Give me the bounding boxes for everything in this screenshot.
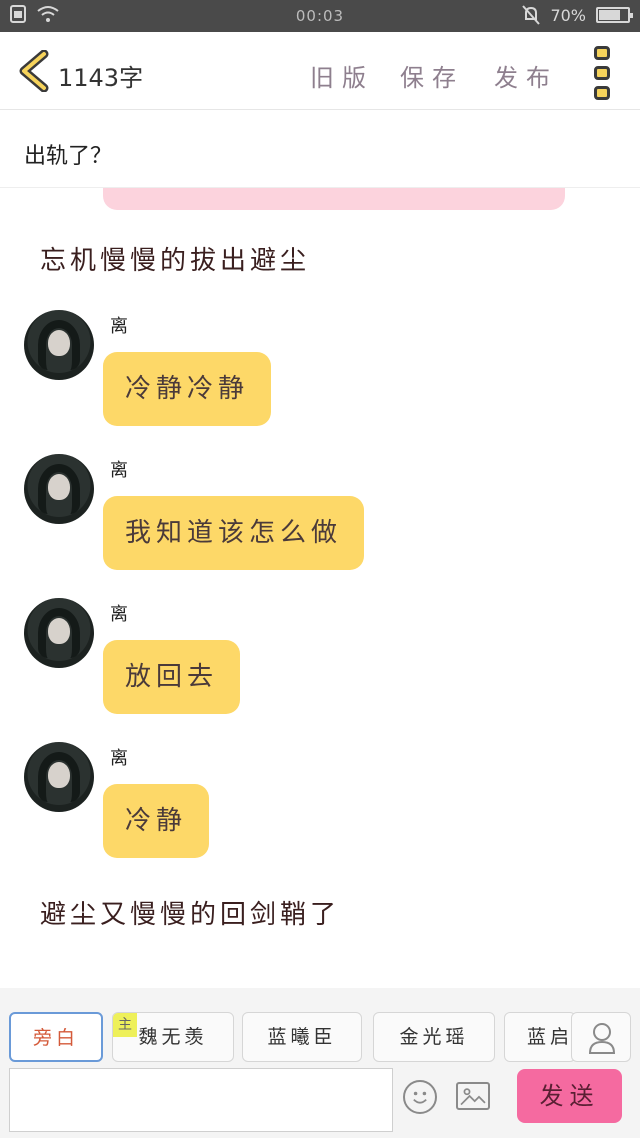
old-version-button[interactable]: 旧版: [310, 58, 374, 93]
editor-header: 1143字 旧版 保存 发布: [0, 32, 640, 110]
chat-message[interactable]: 离 我知道该怎么做: [24, 454, 624, 584]
story-title-row[interactable]: 出轨了？: [0, 110, 640, 188]
previous-message-bubble: [103, 188, 565, 210]
emoji-icon[interactable]: [403, 1080, 437, 1114]
save-button[interactable]: 保存: [400, 58, 464, 93]
narration-text: 忘机慢慢的拔出避尘: [40, 246, 311, 276]
chat-message[interactable]: 离 放回去: [24, 598, 624, 728]
role-character[interactable]: 主 魏无羡: [112, 1012, 234, 1062]
story-title: 出轨了？: [24, 144, 113, 169]
role-label: 魏无羡: [138, 1026, 208, 1048]
image-icon[interactable]: [456, 1082, 490, 1110]
word-count: 1143字: [58, 64, 144, 92]
mute-bell-icon: [522, 5, 541, 25]
composer-bar: 发送: [0, 1066, 640, 1138]
chat-message[interactable]: 离 冷静: [24, 742, 624, 872]
message-bubble: 冷静: [103, 784, 210, 858]
chat-message[interactable]: 离 冷静冷静: [24, 310, 624, 440]
publish-button[interactable]: 发布: [494, 58, 558, 93]
avatar[interactable]: [24, 742, 94, 812]
message-bubble: 放回去: [103, 640, 241, 714]
sender-name: 离: [110, 604, 128, 625]
more-menu-icon[interactable]: [594, 46, 614, 100]
message-bubble: 我知道该怎么做: [103, 496, 365, 570]
sender-name: 离: [110, 460, 128, 481]
avatar[interactable]: [24, 454, 94, 524]
send-button[interactable]: 发送: [517, 1069, 622, 1123]
sender-name: 离: [110, 316, 128, 337]
status-bar: 00:03 70%: [0, 0, 640, 32]
person-icon: [588, 1023, 616, 1054]
message-bubble: 冷静冷静: [103, 352, 272, 426]
main-role-badge: 主: [113, 1013, 137, 1037]
role-character[interactable]: 蓝启: [504, 1012, 576, 1062]
battery-icon: [596, 7, 633, 23]
add-role-button[interactable]: [571, 1012, 631, 1062]
sender-name: 离: [110, 748, 128, 769]
message-input[interactable]: [9, 1068, 393, 1132]
narration-text: 避尘又慢慢的回剑鞘了: [40, 900, 341, 930]
role-character[interactable]: 金光瑶: [373, 1012, 495, 1062]
avatar[interactable]: [24, 598, 94, 668]
role-selector-bar: 旁白 主 魏无羡 蓝曦臣 金光瑶 蓝启: [0, 988, 640, 1066]
avatar[interactable]: [24, 310, 94, 380]
role-character[interactable]: 蓝曦臣: [242, 1012, 362, 1062]
back-chevron-icon[interactable]: [16, 50, 50, 92]
chat-area[interactable]: 忘机慢慢的拔出避尘 离 冷静冷静 离 我知道该怎么做 离 放回去 离 冷静 避尘…: [0, 188, 640, 988]
role-narrator[interactable]: 旁白: [9, 1012, 103, 1062]
battery-percent: 70%: [550, 5, 586, 25]
